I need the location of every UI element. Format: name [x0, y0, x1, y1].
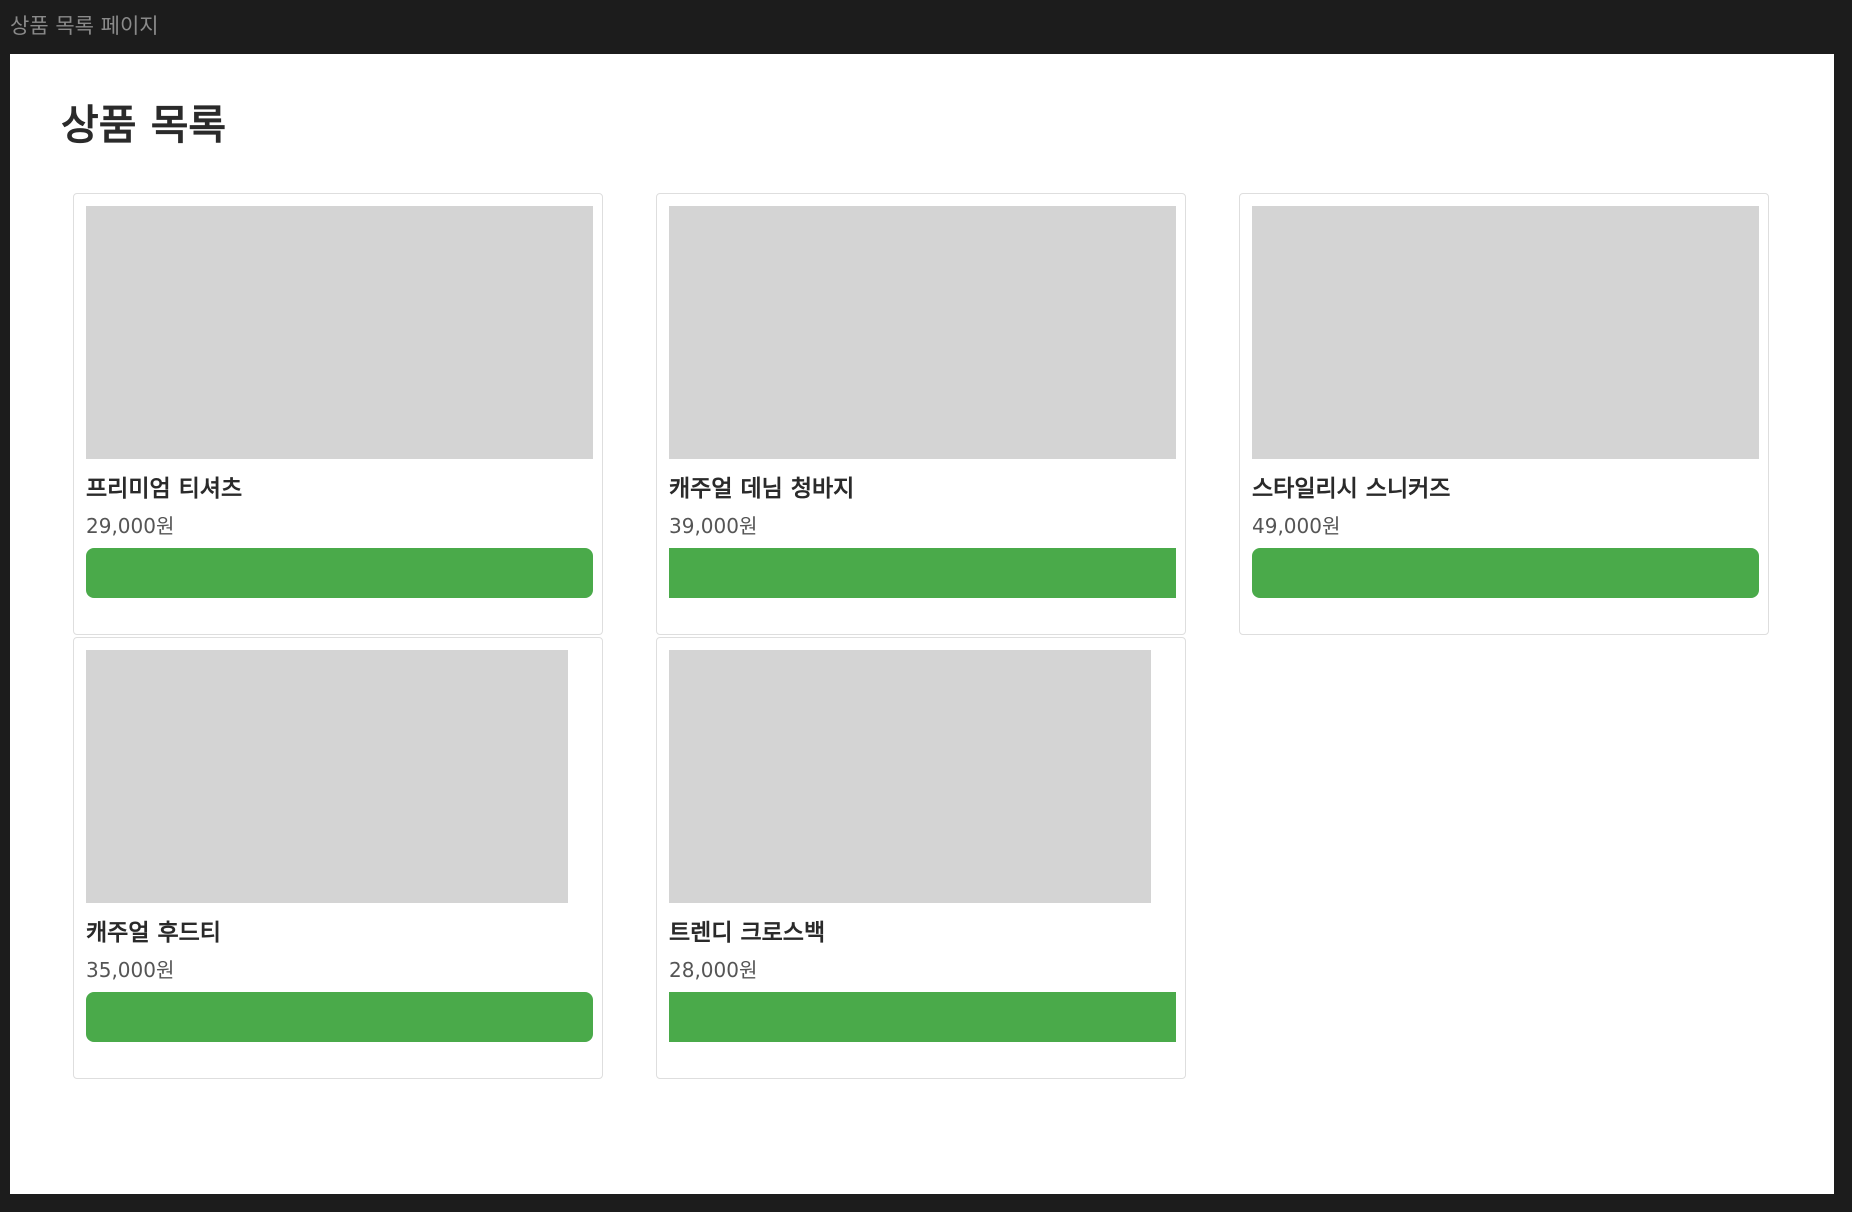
add-to-cart-button[interactable] — [669, 548, 1176, 598]
add-to-cart-button[interactable] — [1252, 548, 1759, 598]
product-card: 스타일리시 스니커즈 49,000원 — [1239, 193, 1769, 635]
add-to-cart-button[interactable] — [86, 548, 593, 598]
product-card: 캐주얼 후드티 35,000원 — [73, 637, 603, 1079]
product-name: 스타일리시 스니커즈 — [1252, 476, 1451, 502]
product-card: 프리미엄 티셔츠 29,000원 — [73, 193, 603, 635]
product-image — [669, 206, 1176, 459]
product-name: 캐주얼 데님 청바지 — [669, 476, 855, 502]
product-image — [669, 650, 1151, 903]
product-image — [1252, 206, 1759, 459]
product-name: 트렌디 크로스백 — [669, 920, 826, 946]
product-price: 29,000원 — [86, 514, 175, 538]
window-titlebar: 상품 목록 페이지 — [0, 0, 1852, 54]
product-image — [86, 206, 593, 459]
product-price: 35,000원 — [86, 958, 175, 982]
add-to-cart-button[interactable] — [669, 992, 1176, 1042]
add-to-cart-button[interactable] — [86, 992, 593, 1042]
product-price: 49,000원 — [1252, 514, 1341, 538]
product-price: 28,000원 — [669, 958, 758, 982]
page-title: 상품 목록 — [61, 101, 227, 149]
window-title: 상품 목록 페이지 — [10, 14, 159, 38]
product-name: 캐주얼 후드티 — [86, 920, 221, 946]
page-viewport: 상품 목록 프리미엄 티셔츠 29,000원 캐주얼 데님 청바지 39,000… — [10, 54, 1834, 1194]
product-name: 프리미엄 티셔츠 — [86, 476, 243, 502]
product-image — [86, 650, 568, 903]
product-price: 39,000원 — [669, 514, 758, 538]
product-card: 캐주얼 데님 청바지 39,000원 — [656, 193, 1186, 635]
product-card: 트렌디 크로스백 28,000원 — [656, 637, 1186, 1079]
